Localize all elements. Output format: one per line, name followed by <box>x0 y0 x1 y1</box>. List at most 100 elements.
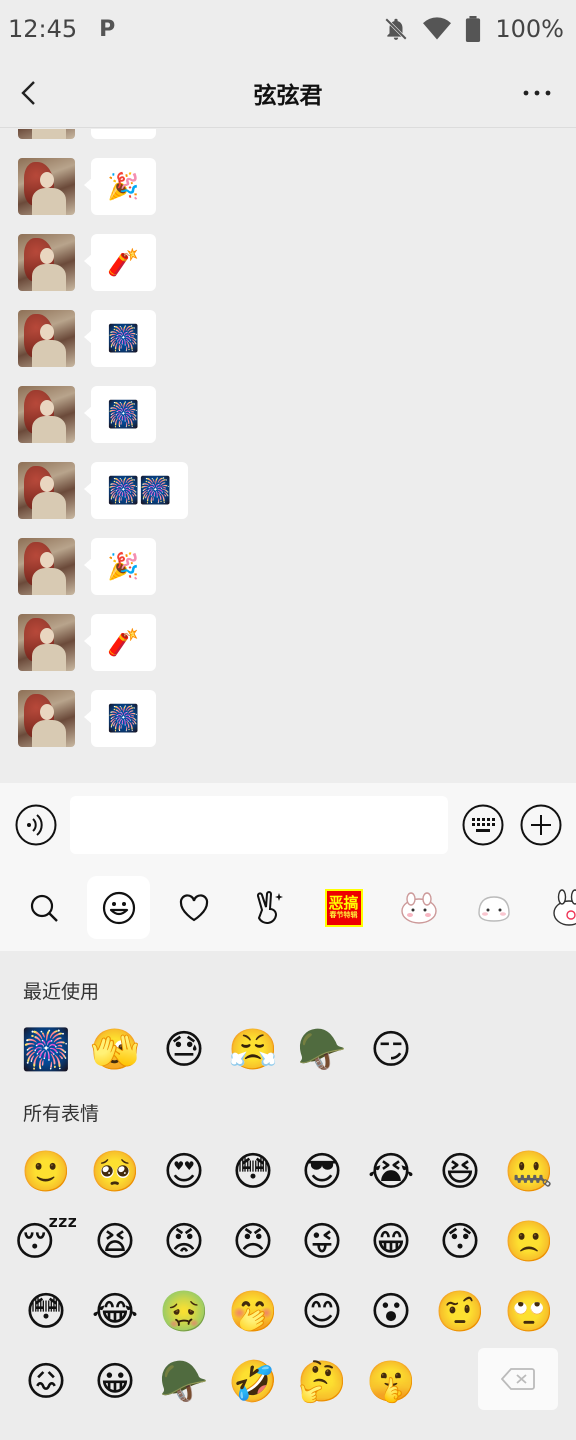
message-bubble[interactable]: 🧨 <box>84 234 156 291</box>
emoji-item[interactable]: 😴 <box>14 1216 78 1268</box>
emoji-item[interactable]: 🙄 <box>503 1286 555 1338</box>
delete-button[interactable] <box>478 1348 558 1410</box>
emoji-item[interactable]: 🙂 <box>20 1146 72 1198</box>
peace-hand-sparkle-icon <box>256 890 283 924</box>
voice-input-icon[interactable] <box>15 804 57 846</box>
recent-emoji-item[interactable]: 😓 <box>158 1024 210 1076</box>
emoji-item[interactable]: 😜 <box>296 1216 348 1268</box>
avatar-cloth <box>32 644 66 671</box>
emoji-item[interactable]: 🤣 <box>227 1356 279 1408</box>
emoji-item[interactable]: 😳 <box>20 1286 72 1338</box>
message-bubble[interactable]: 🎆 <box>91 129 156 139</box>
emoji-item[interactable]: 🤫 <box>365 1356 417 1408</box>
emoji-item[interactable]: 🤔 <box>296 1356 348 1408</box>
avatar[interactable] <box>18 234 75 291</box>
backspace-icon <box>501 1368 535 1390</box>
emoji-item[interactable]: 😊 <box>296 1286 348 1338</box>
message-row: 🎆🎆 <box>0 462 576 538</box>
avatar[interactable] <box>18 129 75 139</box>
avatar[interactable] <box>18 614 75 671</box>
avatar-face <box>40 324 54 340</box>
message-bubble[interactable]: 🎆 <box>84 690 156 747</box>
emoji-item[interactable]: 😍 <box>158 1146 210 1198</box>
pink-bunny-sticker-icon <box>400 891 437 924</box>
recent-emoji-item[interactable]: 😏 <box>365 1024 417 1076</box>
emoji-item[interactable]: 😯 <box>434 1216 486 1268</box>
emoji-item[interactable]: 🪖 <box>158 1356 210 1408</box>
message-row: 🧨 <box>0 614 576 690</box>
emoji-item[interactable]: 😎 <box>296 1146 348 1198</box>
emoji-item[interactable]: 🤢 <box>158 1286 210 1338</box>
tab-sticker-pack-cat[interactable] <box>462 876 525 939</box>
chat-header: 弦弦君 <box>0 58 576 128</box>
emoji-item[interactable]: 😆 <box>434 1146 486 1198</box>
tab-custom-stickers[interactable] <box>237 876 300 939</box>
heart-icon <box>179 893 208 921</box>
message-bubble[interactable]: 🎉 <box>84 158 156 215</box>
status-bar: 12:45 P 100% <box>0 0 576 58</box>
emoji-item[interactable]: 🥺 <box>89 1146 141 1198</box>
emoji-item[interactable]: 😁 <box>365 1216 417 1268</box>
tab-sticker-pack-rabbit[interactable] <box>537 876 576 939</box>
input-bar <box>0 783 576 867</box>
emoji-item[interactable]: 😭 <box>365 1146 417 1198</box>
message-row: 🧨 <box>0 234 576 310</box>
tab-search[interactable] <box>12 876 75 939</box>
emoji-item[interactable]: 😠 <box>227 1216 279 1268</box>
emoji-item[interactable]: 🤭 <box>227 1286 279 1338</box>
recent-emoji-item[interactable]: 😤 <box>227 1024 279 1076</box>
recent-emoji-item[interactable]: 🫣 <box>89 1024 141 1076</box>
message-row: 🎆 <box>0 129 576 158</box>
avatar-cloth <box>32 720 66 747</box>
emoji-item[interactable]: 😖 <box>20 1356 72 1408</box>
emoji-item[interactable]: 😮 <box>365 1286 417 1338</box>
avatar[interactable] <box>18 310 75 367</box>
recent-emoji-item[interactable]: 🎆 <box>20 1024 72 1076</box>
avatar[interactable] <box>18 690 75 747</box>
message-row: 🎉 <box>0 538 576 614</box>
avatar-face <box>40 628 54 644</box>
notifications-off-icon <box>385 18 408 40</box>
message-input[interactable] <box>70 796 448 854</box>
avatar-face <box>40 248 54 264</box>
app-notification-icon: P <box>99 16 116 42</box>
message-bubble[interactable]: 🧨 <box>84 614 156 671</box>
rabbit-sticker-icon <box>552 888 576 926</box>
message-bubble[interactable]: 🎆🎆 <box>84 462 188 519</box>
battery-icon <box>466 16 481 42</box>
emoji-item[interactable]: 😳 <box>227 1146 279 1198</box>
message-bubble[interactable]: 🎆 <box>84 386 156 443</box>
emoji-item[interactable]: 🤐 <box>503 1146 555 1198</box>
message-bubble[interactable]: 🎉 <box>84 538 156 595</box>
keyboard-icon[interactable] <box>462 804 504 846</box>
all-emoji-section-title: 所有表情 <box>23 1103 100 1125</box>
wifi-icon <box>423 17 452 40</box>
emoji-item[interactable]: 😫 <box>89 1216 141 1268</box>
smiley-icon <box>102 891 135 924</box>
status-time: 12:45 <box>8 15 78 43</box>
emoji-item[interactable]: 🤨 <box>434 1286 486 1338</box>
emoji-item[interactable]: 😂 <box>89 1286 141 1338</box>
avatar[interactable] <box>18 462 75 519</box>
sticker-tabs: 恶搞 春节特辑 <box>0 867 576 951</box>
message-content: 🎉 <box>107 551 140 582</box>
avatar-cloth <box>32 568 66 595</box>
message-bubble[interactable]: 🎆 <box>84 310 156 367</box>
message-content: 🎆 <box>107 323 140 354</box>
emoji-item[interactable]: 😡 <box>158 1216 210 1268</box>
tab-ego-sticker-pack[interactable]: 恶搞 春节特辑 <box>312 876 375 939</box>
avatar[interactable] <box>18 158 75 215</box>
tab-emoji[interactable] <box>87 876 150 939</box>
message-list[interactable]: 🎆🎉🧨🎆🎆🎆🎆🎉🧨🎆 <box>0 129 576 783</box>
avatar[interactable] <box>18 386 75 443</box>
back-icon[interactable] <box>14 78 44 108</box>
tab-sticker-pack-bunny[interactable] <box>387 876 450 939</box>
tab-favorites[interactable] <box>162 876 225 939</box>
plus-icon[interactable] <box>520 804 562 846</box>
emoji-item[interactable]: 🙁 <box>503 1216 555 1268</box>
recent-emoji-item[interactable]: 🪖 <box>296 1024 348 1076</box>
avatar[interactable] <box>18 538 75 595</box>
emoji-item[interactable]: 😀 <box>89 1356 141 1408</box>
chat-title: 弦弦君 <box>253 82 323 109</box>
more-options-icon[interactable] <box>522 84 552 102</box>
